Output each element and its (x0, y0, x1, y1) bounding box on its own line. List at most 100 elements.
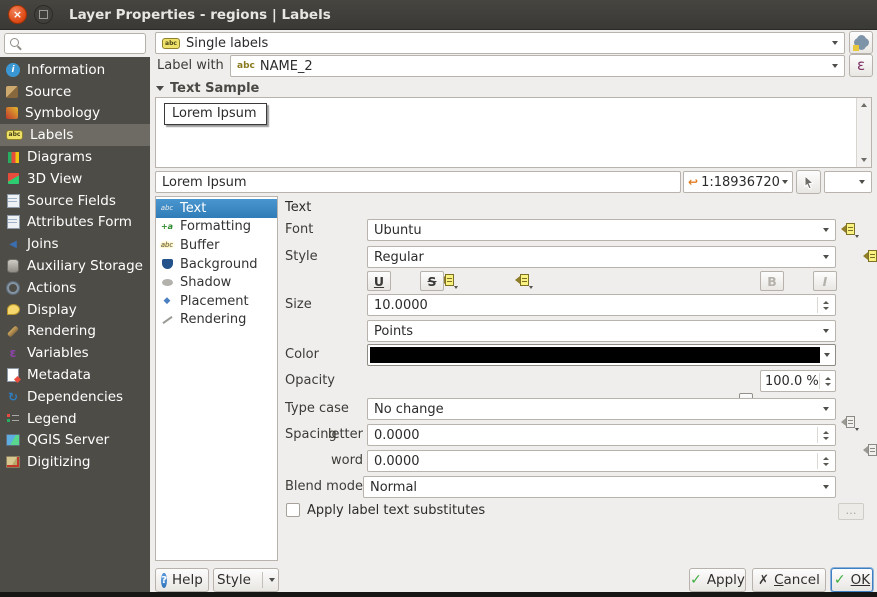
tab-rendering[interactable]: Rendering (156, 311, 277, 330)
size-spinbox[interactable]: 10.0000 (367, 294, 836, 316)
font-select[interactable]: Ubuntu (367, 219, 836, 241)
3d-view-icon (6, 172, 20, 186)
string-field-icon: abc (237, 61, 255, 71)
font-style-select[interactable]: Regular (367, 246, 836, 268)
sidebar-item-source[interactable]: Source (0, 81, 150, 103)
help-button[interactable]: ? Help (155, 568, 209, 592)
sidebar-item-3d-view[interactable]: 3D View (0, 168, 150, 190)
rendering-icon (6, 324, 20, 338)
sidebar-item-source-fields[interactable]: Source Fields (0, 190, 150, 212)
apply-button[interactable]: ✓ Apply (689, 568, 746, 592)
label-with-label: Label with (157, 58, 224, 73)
sidebar-item-display[interactable]: Display (0, 299, 150, 321)
blend-mode-select[interactable]: Normal (363, 476, 836, 498)
text-color-button[interactable] (367, 344, 836, 366)
spin-arrows-icon[interactable] (817, 453, 829, 469)
style-menu-button[interactable]: Style (213, 568, 279, 592)
buffer-icon (160, 238, 174, 252)
digitizing-icon (6, 455, 20, 469)
dependencies-icon (6, 390, 20, 404)
tab-shadow[interactable]: Shadow (156, 273, 277, 292)
expression-builder-button[interactable]: ε (849, 54, 873, 77)
tab-formatting[interactable]: Formatting (156, 218, 277, 237)
strikethrough-dd-button[interactable] (515, 273, 533, 289)
revert-scale-icon: ↩ (688, 175, 698, 189)
italic-toggle[interactable]: I (813, 271, 837, 291)
chevron-down-icon (823, 485, 829, 489)
sidebar-item-dependencies[interactable]: Dependencies (0, 386, 150, 408)
sidebar-item-symbology[interactable]: Symbology (0, 103, 150, 125)
sample-scrollbar[interactable] (856, 98, 871, 167)
apply-substitutes-label: Apply label text substitutes (307, 503, 485, 518)
chevron-down-icon (859, 180, 865, 184)
opacity-spinbox[interactable]: 100.0 % (760, 370, 836, 392)
automated-placement-settings-button[interactable] (849, 31, 873, 54)
variables-icon (6, 346, 20, 360)
close-window-button[interactable]: × (8, 5, 27, 24)
set-scale-from-canvas-button[interactable] (796, 170, 821, 194)
tab-buffer[interactable]: Buffer (156, 236, 277, 255)
sidebar: Information Source Symbology Labels Diag… (0, 30, 150, 592)
opacity-dd-button[interactable] (841, 415, 859, 431)
sidebar-item-diagrams[interactable]: Diagrams (0, 146, 150, 168)
gear-icon (856, 37, 867, 48)
sidebar-item-legend[interactable]: Legend (0, 408, 150, 430)
label-with-field-select[interactable]: abc NAME_2 (230, 55, 845, 77)
strikethrough-toggle[interactable]: S (420, 271, 444, 291)
word-label: word (323, 453, 363, 468)
sidebar-item-digitizing[interactable]: Digitizing (0, 451, 150, 473)
sidebar-item-joins[interactable]: Joins (0, 233, 150, 255)
type-case-select[interactable]: No change (367, 398, 836, 420)
maximize-window-button[interactable] (34, 5, 53, 24)
diagrams-icon (6, 150, 20, 164)
sidebar-item-actions[interactable]: Actions (0, 277, 150, 299)
text-sample-section-header[interactable]: Text Sample (156, 81, 259, 96)
scroll-down-icon[interactable] (861, 158, 867, 162)
sidebar-item-auxiliary-storage[interactable]: Auxiliary Storage (0, 255, 150, 277)
content: abc Single labels Label with abc NAME_2 … (150, 30, 877, 592)
sidebar-item-attributes-form[interactable]: Attributes Form (0, 212, 150, 234)
sidebar-item-information[interactable]: Information (0, 59, 150, 81)
chevron-down-icon (823, 255, 829, 259)
tab-placement[interactable]: Placement (156, 292, 277, 311)
style-dd-button[interactable] (863, 249, 877, 265)
ok-button[interactable]: ✓ OK (831, 568, 873, 592)
opacity-label: Opacity (285, 373, 335, 388)
color-swatch (370, 347, 820, 363)
metadata-icon (6, 368, 20, 382)
spin-arrows-icon[interactable] (817, 297, 829, 313)
check-icon: ✓ (834, 573, 846, 587)
color-label: Color (285, 347, 319, 362)
sidebar-item-rendering[interactable]: Rendering (0, 321, 150, 343)
source-icon (6, 86, 18, 98)
text-sample-preview: Lorem Ipsum (155, 97, 872, 168)
sample-text-input[interactable]: Lorem Ipsum (155, 171, 681, 193)
preview-scale-select[interactable]: ↩ 1:18936720 (683, 171, 793, 193)
spin-arrows-icon[interactable] (817, 427, 829, 443)
sidebar-item-variables[interactable]: Variables (0, 342, 150, 364)
tab-text[interactable]: Text (156, 199, 277, 218)
font-dd-button[interactable] (841, 222, 859, 238)
word-spacing-spinbox[interactable]: 0.0000 (367, 450, 836, 472)
apply-substitutes-checkbox[interactable] (286, 503, 300, 517)
bold-toggle[interactable]: B (760, 271, 784, 291)
font-preview-size-select[interactable] (824, 171, 872, 193)
rendering-curve-icon (160, 313, 174, 327)
size-unit-select[interactable]: Points (367, 320, 836, 342)
substitutes-more-button[interactable]: … (838, 503, 864, 520)
cancel-button[interactable]: ✗ Cancel (752, 568, 826, 592)
letter-spacing-spinbox[interactable]: 0.0000 (367, 424, 836, 446)
chevron-down-icon (823, 407, 829, 411)
sidebar-item-qgis-server[interactable]: QGIS Server (0, 430, 150, 452)
type-case-dd-button[interactable] (863, 443, 877, 459)
sidebar-item-labels[interactable]: Labels (0, 124, 150, 146)
help-icon: ? (161, 573, 167, 588)
sidebar-item-metadata[interactable]: Metadata (0, 364, 150, 386)
underline-toggle[interactable]: U (367, 271, 391, 291)
spin-arrows-icon[interactable] (819, 373, 831, 389)
search-input[interactable] (4, 33, 146, 54)
scroll-up-icon[interactable] (861, 103, 867, 107)
labels-icon (6, 130, 23, 140)
labeling-mode-select[interactable]: abc Single labels (155, 32, 845, 54)
tab-background[interactable]: Background (156, 255, 277, 274)
